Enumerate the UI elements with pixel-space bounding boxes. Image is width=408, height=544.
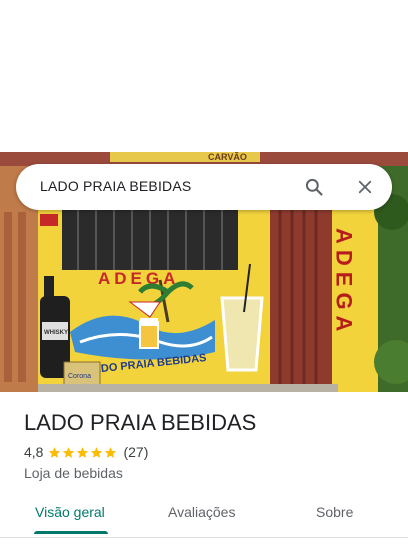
tab-overview[interactable]: Visão geral — [35, 504, 105, 520]
star-icon — [49, 446, 61, 458]
wall-adega-text: ADEGA — [98, 269, 179, 288]
rating-row[interactable]: 4,8 (27) — [24, 444, 148, 460]
clear-search-button[interactable] — [350, 172, 380, 202]
crate-label: Corona — [68, 373, 91, 380]
star-icon — [105, 446, 117, 458]
star-icon — [77, 446, 89, 458]
place-title: LADO PRAIA BEBIDAS — [24, 410, 257, 435]
search-button[interactable] — [299, 172, 329, 202]
close-icon — [358, 180, 372, 194]
review-count[interactable]: (27) — [123, 444, 148, 460]
search-bar[interactable]: LADO PRAIA BEBIDAS — [16, 164, 392, 210]
star-rating — [48, 446, 118, 459]
search-icon — [305, 178, 323, 196]
star-icon — [63, 446, 75, 458]
sign-top-text: CARVÃO — [208, 152, 247, 162]
divider — [0, 537, 408, 538]
rating-value: 4,8 — [24, 444, 44, 460]
tab-about[interactable]: Sobre — [316, 504, 353, 520]
search-input[interactable]: LADO PRAIA BEBIDAS — [40, 178, 191, 194]
place-category: Loja de bebidas — [24, 465, 123, 481]
pillar-adega-text: ADEGA — [332, 228, 357, 337]
bottle-label: WHISKY — [44, 330, 68, 336]
tab-reviews[interactable]: Avaliações — [168, 504, 235, 520]
active-tab-indicator — [34, 531, 108, 534]
star-icon — [91, 446, 103, 458]
tab-bar: Visão geral Avaliações Sobre — [0, 494, 408, 538]
